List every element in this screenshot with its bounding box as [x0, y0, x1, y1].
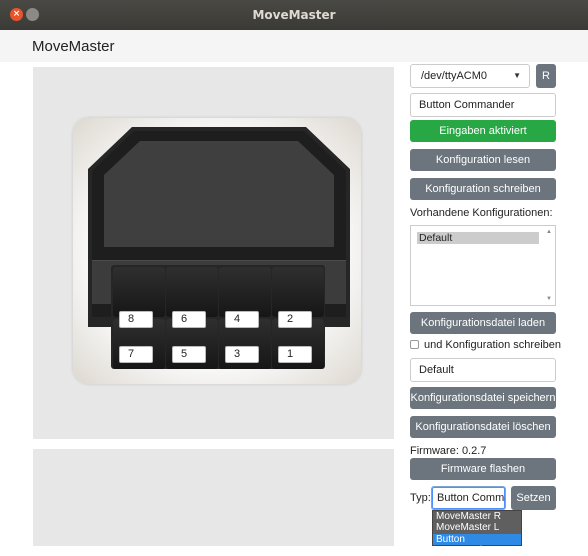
scroll-up-icon[interactable]: ▲ [546, 229, 552, 235]
window-titlebar: × MoveMaster [0, 0, 588, 30]
app-title: MoveMaster [32, 38, 115, 55]
key-input-2[interactable]: 2 [278, 311, 312, 328]
set-type-button[interactable]: Setzen [511, 486, 556, 510]
write-config-button[interactable]: Konfiguration schreiben [410, 178, 556, 200]
load-config-file-button[interactable]: Konfigurationsdatei laden [410, 312, 556, 334]
key-cap [166, 267, 218, 317]
key-input-8[interactable]: 8 [119, 311, 153, 328]
type-option-movemaster-r[interactable]: MoveMaster R [433, 511, 521, 522]
and-write-label: und Konfiguration schreiben [424, 339, 561, 351]
flash-firmware-button[interactable]: Firmware flashen [410, 458, 556, 480]
delete-config-file-button[interactable]: Konfigurationsdatei löschen [410, 416, 556, 438]
key-cap [272, 267, 324, 317]
key-input-3[interactable]: 3 [225, 346, 259, 363]
type-select[interactable]: Button Commander [431, 486, 506, 510]
key-input-7[interactable]: 7 [119, 346, 153, 363]
read-config-button[interactable]: Konfiguration lesen [410, 149, 556, 171]
key-input-4[interactable]: 4 [225, 311, 259, 328]
type-option-movemaster-l[interactable]: MoveMaster L [433, 522, 521, 533]
key-input-6[interactable]: 6 [172, 311, 206, 328]
port-select-value: /dev/ttyACM0 [421, 70, 488, 82]
list-item[interactable]: Default [417, 232, 539, 244]
save-config-file-button[interactable]: Konfigurationsdatei speichern [410, 387, 556, 409]
window-title: MoveMaster [252, 8, 336, 22]
key-input-1[interactable]: 1 [278, 346, 312, 363]
device-name-input[interactable]: Button Commander [410, 93, 556, 117]
existing-configs-label: Vorhandene Konfigurationen: [410, 207, 553, 219]
chevron-down-icon: ▼ [513, 71, 521, 80]
key-cap [219, 267, 271, 317]
type-dropdown: MoveMaster R MoveMaster L Button Command… [432, 510, 522, 556]
secondary-panel [33, 449, 394, 546]
refresh-ports-button[interactable]: R [536, 64, 556, 88]
config-filename-input[interactable]: Default [410, 358, 556, 382]
type-label: Typ: [410, 492, 431, 504]
enable-input-button[interactable]: Eingaben aktiviert [410, 120, 556, 142]
config-list[interactable]: Default ▲ ▼ [410, 225, 556, 306]
firmware-version: Firmware: 0.2.7 [410, 445, 487, 457]
key-input-5[interactable]: 5 [172, 346, 206, 363]
app-header: MoveMaster [0, 30, 588, 62]
type-option-button-commander[interactable]: Button Commander [433, 534, 521, 556]
scroll-down-icon[interactable]: ▼ [546, 296, 552, 302]
key-cap [113, 267, 165, 317]
port-select[interactable]: /dev/ttyACM0 ▼ [410, 64, 530, 88]
and-write-checkbox[interactable] [410, 340, 419, 349]
